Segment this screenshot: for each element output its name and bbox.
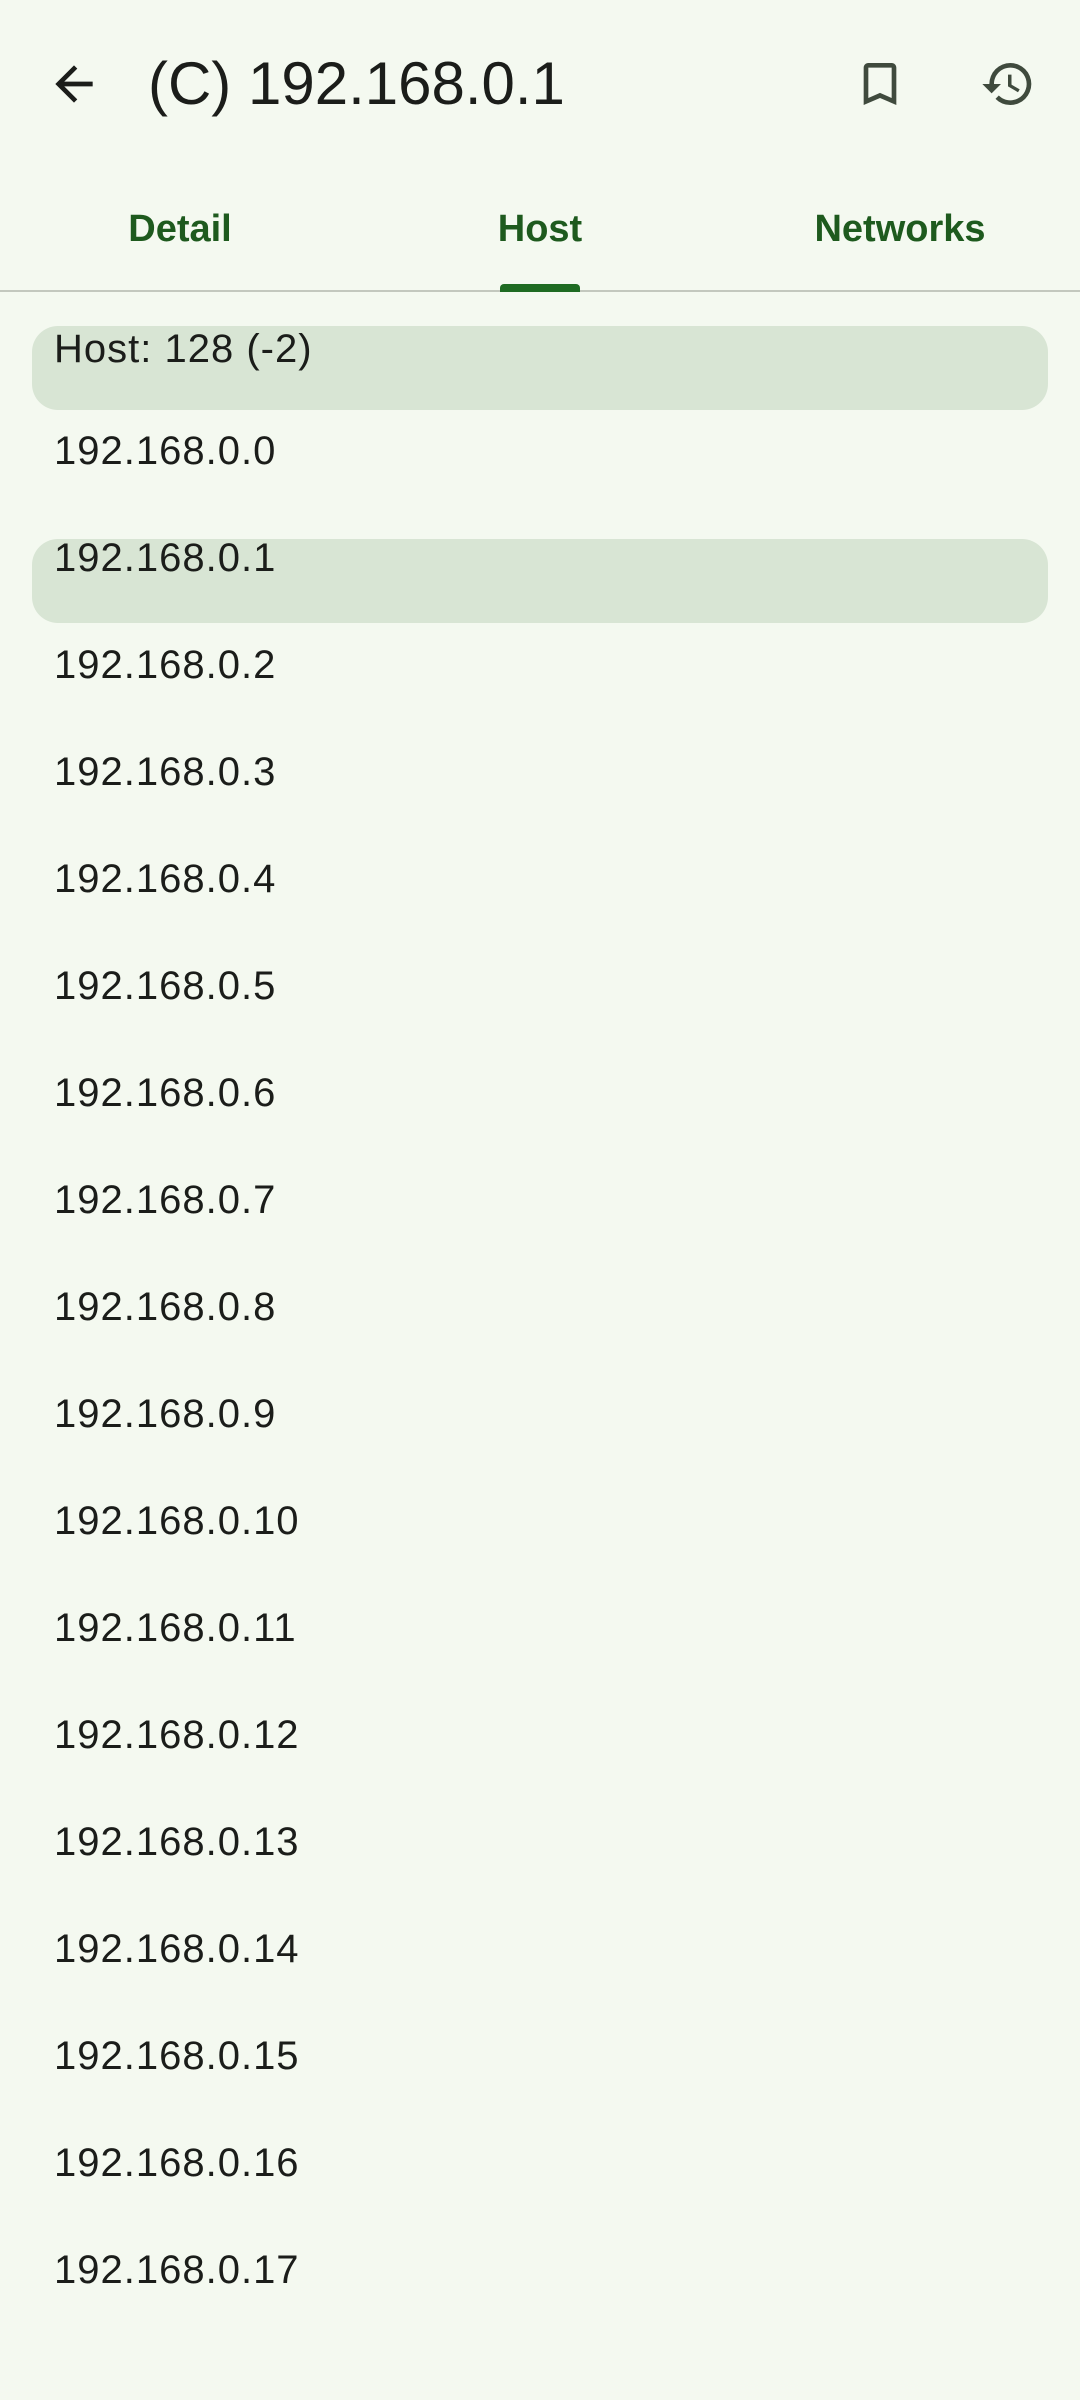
- host-list-item[interactable]: 192.168.0.7: [0, 1147, 1080, 1254]
- host-list-item[interactable]: 192.168.0.3: [0, 719, 1080, 826]
- host-list-item[interactable]: 192.168.0.14: [0, 1896, 1080, 2003]
- host-address: 192.168.0.14: [54, 1927, 300, 1971]
- host-list-item[interactable]: 192.168.0.1: [0, 505, 1080, 623]
- host-address: 192.168.0.7: [54, 1178, 277, 1222]
- host-address: 192.168.0.4: [54, 857, 277, 901]
- host-address: 192.168.0.15: [54, 2034, 300, 2078]
- host-list-item[interactable]: 192.168.0.6: [0, 1040, 1080, 1147]
- host-address: 192.168.0.5: [54, 964, 277, 1008]
- host-rows: 192.168.0.0 192.168.0.1 192.168.0.2 192.168…: [0, 398, 1080, 2324]
- host-address: 192.168.0.1: [54, 536, 277, 580]
- host-list-item[interactable]: 192.168.0.11: [0, 1575, 1080, 1682]
- host-address: 192.168.0.10: [54, 1499, 300, 1543]
- host-count-header: Host: 128 (-2): [0, 292, 1080, 410]
- host-address: 192.168.0.6: [54, 1071, 277, 1115]
- host-list-item[interactable]: 192.168.0.8: [0, 1254, 1080, 1361]
- tab-networks[interactable]: Networks: [720, 168, 1080, 290]
- host-address: 192.168.0.13: [54, 1820, 300, 1864]
- host-address: 192.168.0.12: [54, 1713, 300, 1757]
- host-address: 192.168.0.0: [54, 429, 277, 473]
- tab-detail[interactable]: Detail: [0, 168, 360, 290]
- host-list-item[interactable]: 192.168.0.2: [0, 612, 1080, 719]
- host-list-item[interactable]: 192.168.0.0: [0, 398, 1080, 505]
- arrow-back-icon: [55, 65, 93, 103]
- tab-bar: Detail Host Networks: [0, 168, 1080, 292]
- host-address: 192.168.0.3: [54, 750, 277, 794]
- tab-indicator: [500, 284, 580, 292]
- host-list-item[interactable]: 192.168.0.9: [0, 1361, 1080, 1468]
- host-address: 192.168.0.16: [54, 2141, 300, 2185]
- host-list-item[interactable]: 192.168.0.13: [0, 1789, 1080, 1896]
- host-list-item[interactable]: 192.168.0.16: [0, 2110, 1080, 2217]
- history-button[interactable]: [960, 36, 1056, 132]
- host-list-item[interactable]: 192.168.0.15: [0, 2003, 1080, 2110]
- bookmark-button[interactable]: [832, 36, 928, 132]
- host-address: 192.168.0.17: [54, 2248, 300, 2292]
- host-list-item[interactable]: 192.168.0.4: [0, 826, 1080, 933]
- bookmark-icon: [863, 63, 897, 105]
- back-button[interactable]: [26, 36, 122, 132]
- host-list-item[interactable]: 192.168.0.5: [0, 933, 1080, 1040]
- page-title: (C) 192.168.0.1: [148, 50, 565, 117]
- host-address: 192.168.0.2: [54, 643, 277, 687]
- host-address: 192.168.0.8: [54, 1285, 277, 1329]
- host-list-item[interactable]: 192.168.0.10: [0, 1468, 1080, 1575]
- history-icon: [982, 63, 1032, 106]
- host-list-item[interactable]: 192.168.0.17: [0, 2217, 1080, 2324]
- tab-host[interactable]: Host: [360, 168, 720, 290]
- host-list: Host: 128 (-2) 192.168.0.0 192.168.0.1 192…: [0, 292, 1080, 2304]
- host-address: 192.168.0.9: [54, 1392, 277, 1436]
- host-address: 192.168.0.11: [54, 1606, 297, 1650]
- app-bar: (C) 192.168.0.1: [0, 0, 1080, 168]
- host-list-item[interactable]: 192.168.0.12: [0, 1682, 1080, 1789]
- host-count-label: Host: 128 (-2): [54, 326, 313, 371]
